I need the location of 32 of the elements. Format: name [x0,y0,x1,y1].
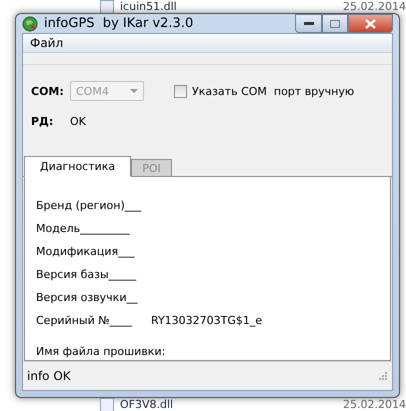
tab[interactable]: Диагностика [24,156,132,177]
window-title: infoGPS by IKar v2.3.0 [44,16,194,31]
file-date: 25.02.2014 [343,0,406,13]
checkbox-label: Указать COM порт вручную [192,84,354,98]
close-icon [365,18,376,28]
file-name: icuin51.dll [120,0,178,13]
checkbox[interactable] [174,84,187,98]
field-label: Модель_________ [36,222,131,234]
field-label: Серийный №____ [36,314,133,326]
file-icon [100,0,114,14]
resize-grip-icon [379,372,387,380]
caret-icon [130,88,138,94]
rd-label: РД: [31,115,54,128]
field-value: RY13032703TG$1_e [151,314,262,326]
close-button[interactable] [348,14,393,33]
field-label: Версия базы_____ [36,268,138,280]
minimize-button[interactable] [295,14,322,33]
menu-item[interactable]: Файл [30,36,64,50]
status-text: info OK [27,369,71,383]
field-label: Модификация___ [36,244,136,258]
minimize-icon [304,22,314,26]
firmware-label: Имя файла прошивки: [36,344,166,360]
file-icon [100,398,114,411]
field-label: Бренд (регион)___ [36,198,142,212]
maximize-button[interactable] [322,14,348,33]
globe-icon [22,16,38,32]
maximize-icon [330,20,340,28]
file-date: 25.02.2014 [343,398,406,411]
com-label: COM: [31,84,65,98]
rd-value: OK [70,115,86,128]
field-label: Версия озвучки__ [36,290,139,304]
file-name: OF3V8.dll [120,398,174,411]
